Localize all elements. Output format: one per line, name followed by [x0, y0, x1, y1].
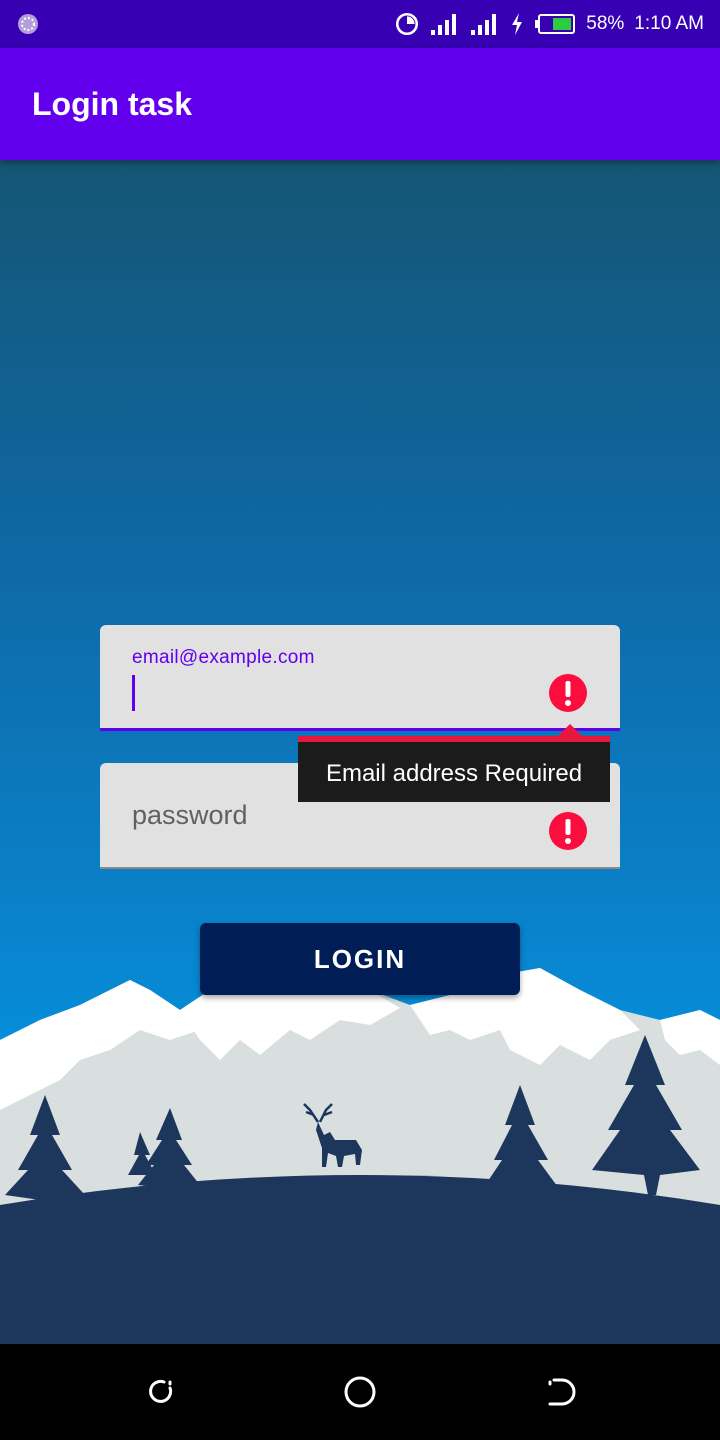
app-bar: Login task	[0, 48, 720, 160]
back-icon[interactable]	[542, 1374, 578, 1410]
error-tooltip: Email address Required	[298, 724, 610, 802]
tooltip-error-bar	[298, 736, 610, 742]
charging-icon	[512, 13, 523, 35]
tooltip-arrow	[558, 724, 582, 736]
signal-icon	[471, 14, 497, 35]
text-cursor	[132, 675, 135, 711]
status-bar: 58% 1:10 AM	[0, 0, 720, 48]
password-placeholder: password	[132, 800, 248, 830]
signal-icon	[431, 14, 457, 35]
login-button[interactable]: LOGIN	[200, 923, 520, 995]
app-notification-icon	[18, 14, 38, 34]
recents-icon[interactable]	[142, 1374, 178, 1410]
error-icon	[549, 674, 587, 712]
battery-icon	[535, 14, 576, 34]
error-icon	[549, 812, 587, 850]
battery-percentage: 58%	[586, 13, 625, 34]
email-field[interactable]: email@example.com	[100, 625, 620, 731]
clock: 1:10 AM	[634, 13, 704, 34]
page-title: Login task	[32, 86, 193, 122]
error-message: Email address Required	[325, 760, 583, 787]
status-icons: 58% 1:10 AM	[394, 0, 704, 48]
email-field-label: email@example.com	[132, 647, 315, 668]
login-screen: email@example.com password Email address…	[0, 160, 720, 1344]
home-icon[interactable]	[342, 1374, 378, 1410]
navigation-bar	[0, 1344, 720, 1440]
data-usage-icon	[396, 12, 419, 36]
